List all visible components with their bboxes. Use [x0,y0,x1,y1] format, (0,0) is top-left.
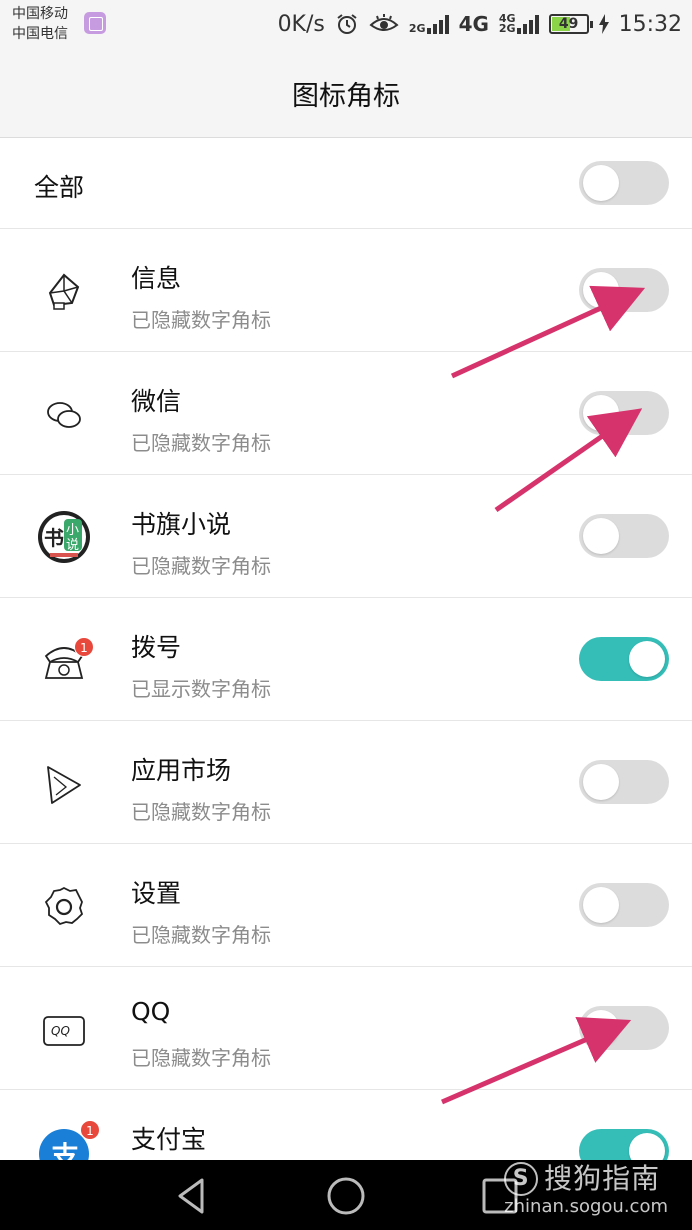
status-indicators: 0K/s 2G 4G 4G 2G 49 15:32 [278,8,682,40]
toggle-messages[interactable] [579,268,669,312]
app-badge-status: 已隐藏数字角标 [131,1046,271,1070]
app-badge-status: 已隐藏数字角标 [131,923,271,947]
wechat-icon [47,402,81,428]
toggle-settings[interactable] [579,883,669,927]
net-speed: 0K/s [277,11,325,37]
qq-icon: QQ [43,1016,85,1046]
carrier-1: 中国移动 [12,6,68,22]
svg-text:小: 小 [66,523,79,538]
toggle-qq[interactable] [579,1006,669,1050]
notification-badge: 1 [74,637,94,657]
all-label: 全部 [34,173,85,202]
list-item-qq: QQ QQ 已隐藏数字角标 [0,967,692,1090]
app-badge-status: 已隐藏数字角标 [131,431,271,455]
list-item-all: 全部 [0,138,692,229]
clock: 15:32 [618,11,682,37]
sogou-logo-icon: S [504,1162,539,1196]
app-name: QQ [131,997,171,1026]
toggle-dialer[interactable] [579,637,669,681]
back-icon[interactable] [170,1174,214,1218]
toggle-all[interactable] [579,161,669,205]
shuqi-novel-icon: 书 小 说 [38,511,90,563]
app-badge-status: 已显示数字角标 [131,677,271,701]
app-name: 设置 [131,879,182,908]
alarm-icon [337,14,357,34]
navigation-bar: S 搜狗指南 zhinan.sogou.com [0,1160,692,1230]
notification-badge: 1 [80,1120,100,1140]
signal-2g-icon: 2G [409,14,449,34]
carrier-2: 中国电信 [12,26,68,42]
home-icon[interactable] [324,1174,368,1218]
list-item-wechat: 微信 已隐藏数字角标 [0,352,692,475]
eye-comfort-icon [369,14,399,31]
gallery-notification-icon [84,12,106,34]
toggle-app-market[interactable] [579,760,669,804]
app-market-icon [47,766,81,804]
watermark-brand: 搜狗指南 [544,1162,661,1195]
svg-text:书: 书 [44,526,64,550]
app-name: 信息 [131,264,182,293]
list-item-shuqi-novel: 书 小 说 书旗小说 已隐藏数字角标 [0,475,692,598]
battery-icon: 49 [548,14,593,34]
svg-text:QQ: QQ [51,1024,70,1038]
badge-settings-list: 全部 信息 已隐藏数字角标 微信 已隐藏数字角标 书 小 说 书旗小说 已隐藏数… [0,138,692,1213]
status-bar: 中国移动 中国电信 0K/s 2G 4G 4G 2G 49 15:32 [0,0,692,50]
title-bar: 图标角标 [0,50,692,138]
list-item-settings: 设置 已隐藏数字角标 [0,844,692,967]
message-icon [48,273,80,310]
toggle-wechat[interactable] [579,391,669,435]
list-item-messages: 信息 已隐藏数字角标 [0,229,692,352]
page-title: 图标角标 [292,81,400,112]
watermark: S 搜狗指南 zhinan.sogou.com [504,1162,668,1218]
app-badge-status: 已隐藏数字角标 [131,554,271,578]
watermark-url: zhinan.sogou.com [504,1196,668,1217]
app-name: 书旗小说 [131,510,232,539]
settings-gear-icon [44,886,84,926]
battery-level: 49 [558,16,579,32]
app-badge-status: 已隐藏数字角标 [131,308,271,332]
list-item-dialer: 1 拨号 已显示数字角标 [0,598,692,721]
app-name: 微信 [131,387,182,416]
app-name: 支付宝 [131,1125,207,1154]
carrier-labels: 中国移动 中国电信 [12,4,68,44]
app-name: 拨号 [131,633,182,662]
app-name: 应用市场 [131,756,232,785]
list-item-app-market: 应用市场 已隐藏数字角标 [0,721,692,844]
network-4g: 4G [458,12,489,36]
charging-icon [598,14,609,34]
signal-4g-2g-icon: 4G 2G [499,13,539,34]
watermark-logo: S 搜狗指南 [504,1162,668,1196]
app-badge-status: 已隐藏数字角标 [131,800,271,824]
toggle-shuqi-novel[interactable] [579,514,669,558]
svg-text:说: 说 [66,538,79,553]
